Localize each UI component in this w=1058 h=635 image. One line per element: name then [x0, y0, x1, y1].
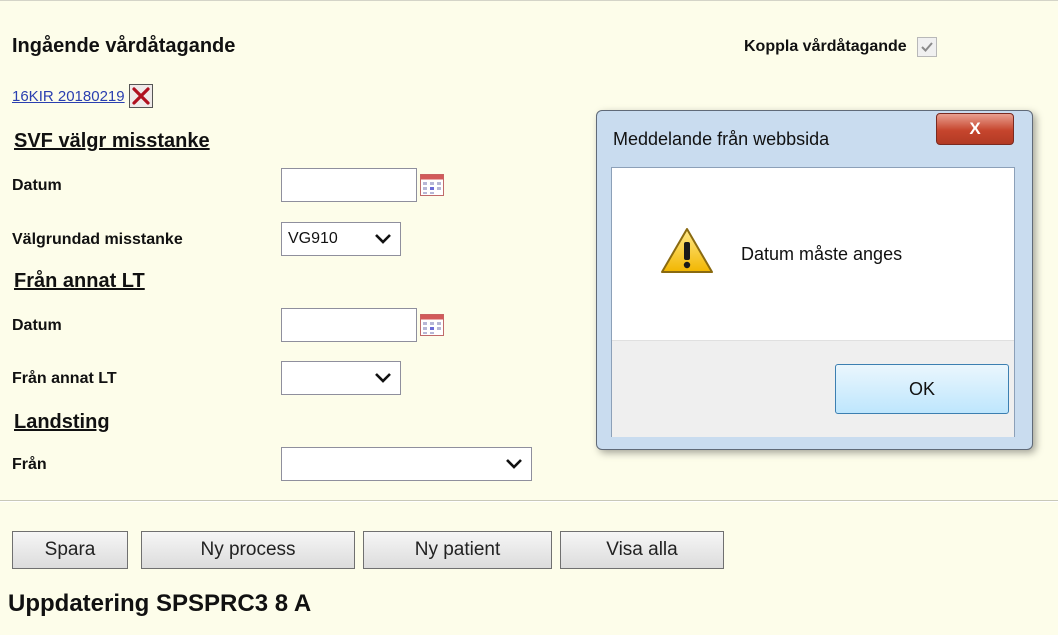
datum2-label: Datum	[12, 317, 62, 334]
fran-label: Från	[12, 456, 47, 473]
close-icon[interactable]: X	[936, 113, 1014, 145]
status-text: Uppdatering SPSPRC3 8 A	[8, 590, 312, 617]
valgrundad-select[interactable]: VG910	[281, 222, 401, 256]
koppla-label: Koppla vårdåtagande	[744, 38, 907, 55]
warning-icon	[661, 228, 713, 273]
fran-annat-lt-label: Från annat LT	[12, 370, 117, 387]
chevron-down-icon	[375, 234, 391, 244]
dialog-footer: OK	[612, 340, 1014, 437]
ny-patient-button[interactable]: Ny patient	[363, 531, 552, 569]
dialog-body: Datum måste anges OK	[611, 167, 1015, 437]
alert-dialog: Meddelande från webbsida X Datum måste a…	[596, 110, 1033, 450]
datum1-input[interactable]	[281, 168, 417, 202]
vardatagande-link[interactable]: 16KIR 20180219	[12, 88, 125, 105]
check-icon	[920, 42, 933, 52]
valgrundad-value: VG910	[288, 230, 338, 247]
dialog-message: Datum måste anges	[741, 244, 903, 264]
fran-annat-lt-select[interactable]	[281, 361, 401, 395]
chevron-down-icon	[506, 459, 522, 469]
spara-button[interactable]: Spara	[12, 531, 128, 569]
vardatagande-link-row: 16KIR 20180219	[12, 82, 153, 110]
section-svf-header: SVF välgr misstanke	[14, 130, 210, 152]
ok-button[interactable]: OK	[835, 364, 1009, 414]
chevron-down-icon	[375, 373, 391, 383]
ny-process-button[interactable]: Ny process	[141, 531, 355, 569]
calendar-icon[interactable]	[420, 174, 444, 196]
datum1-label: Datum	[12, 177, 62, 194]
fran-select[interactable]	[281, 447, 532, 481]
visa-alla-button[interactable]: Visa alla	[560, 531, 724, 569]
section-landsting-header: Landsting	[14, 411, 110, 433]
page-title: Ingående vårdåtagande	[12, 35, 236, 57]
section-annat-lt-header: Från annat LT	[14, 270, 145, 292]
calendar-icon[interactable]	[420, 314, 444, 336]
datum2-input[interactable]	[281, 308, 417, 342]
koppla-row: Koppla vårdåtagande	[744, 37, 937, 57]
dialog-title: Meddelande från webbsida	[613, 129, 830, 149]
delete-x-icon[interactable]	[128, 84, 153, 108]
koppla-checkbox[interactable]	[916, 37, 937, 57]
valgrundad-label: Välgrundad misstanke	[12, 231, 183, 248]
